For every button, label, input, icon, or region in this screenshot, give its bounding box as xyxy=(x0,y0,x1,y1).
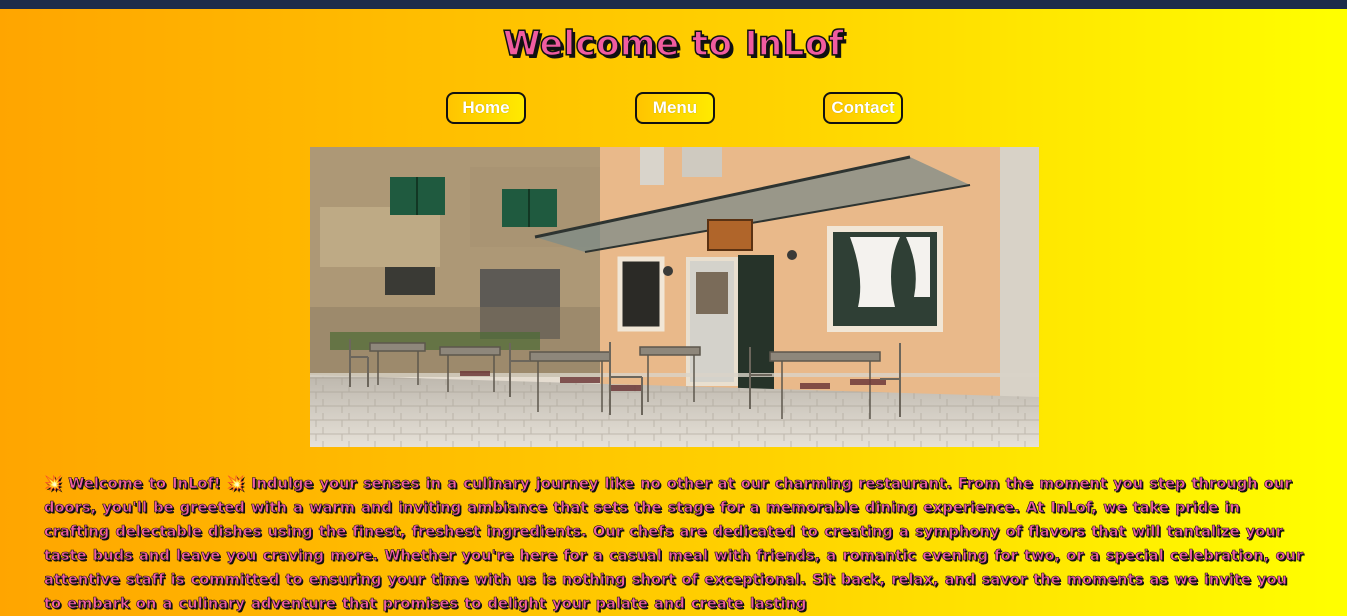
page-title: Welcome to InLof xyxy=(502,23,844,65)
intro-paragraph: 💥 Welcome to InLof! 💥 Indulge your sense… xyxy=(44,476,1304,613)
open-green-door xyxy=(738,255,774,390)
restaurant-storefront-illustration xyxy=(310,147,1039,447)
nav-menu-button[interactable]: Menu xyxy=(635,92,715,124)
nav-home-button[interactable]: Home xyxy=(446,92,526,124)
restaurant-sign xyxy=(707,219,753,251)
top-bar xyxy=(0,0,1347,9)
nav-contact-button[interactable]: Contact xyxy=(823,92,903,124)
storefront-window xyxy=(617,256,665,332)
restaurant-hero-image xyxy=(310,147,1039,447)
